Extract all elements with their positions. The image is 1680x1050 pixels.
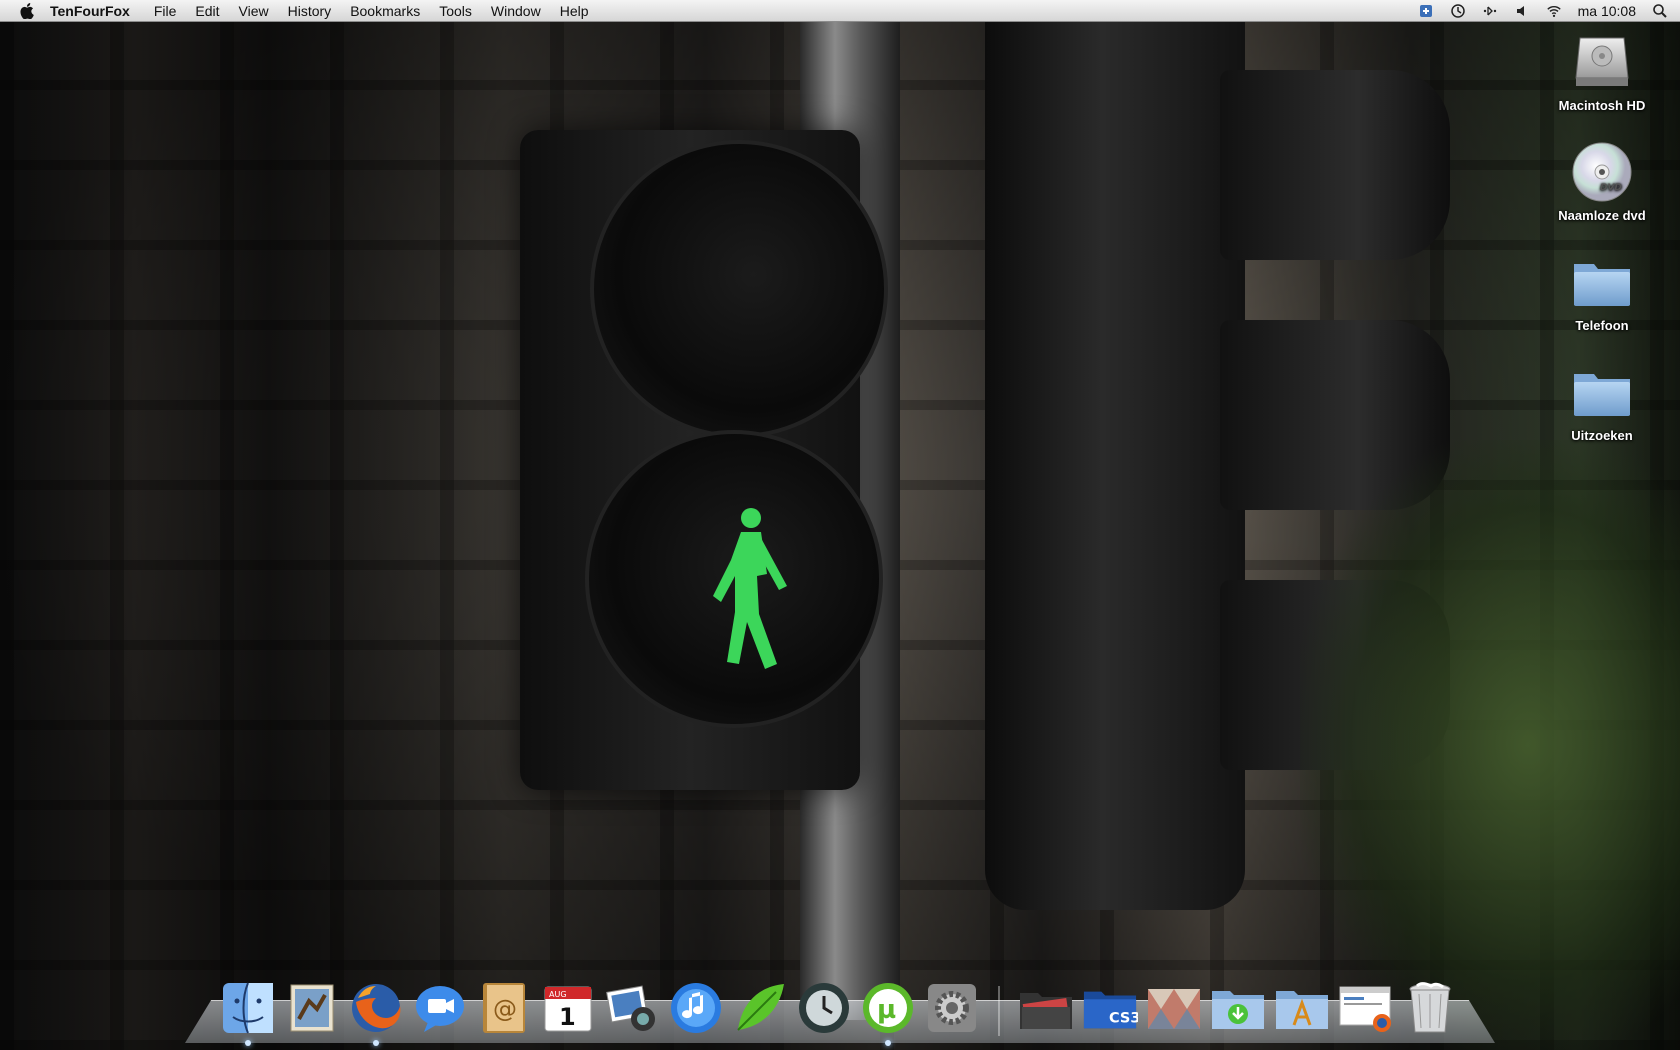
system-preferences-icon	[928, 984, 976, 1032]
walking-man-icon	[713, 508, 787, 669]
spotlight-search-icon[interactable]	[1652, 3, 1668, 19]
dock-iphoto[interactable]	[604, 980, 660, 1036]
ichat-icon	[416, 986, 464, 1032]
desktop-icon-label: Telefoon	[1575, 318, 1629, 333]
firefox-icon	[352, 984, 401, 1032]
menu-file[interactable]: File	[154, 3, 177, 19]
menu-clock[interactable]: ma 10:08	[1578, 3, 1636, 19]
wallpaper-pedestrian-light	[520, 130, 888, 790]
desktop-icon-macintosh-hd[interactable]: Macintosh HD	[1542, 30, 1662, 113]
cs3-label: CS3	[1109, 1010, 1138, 1026]
menu-edit[interactable]: Edit	[195, 3, 219, 19]
dock-applications-folder[interactable]	[1274, 980, 1330, 1036]
dock-pictures-stack[interactable]	[1146, 980, 1202, 1036]
app-menu[interactable]: TenFourFox	[50, 3, 130, 19]
wallpaper-hood	[1220, 70, 1450, 260]
ical-icon: AUG 1	[544, 986, 592, 1032]
menu-history[interactable]: History	[288, 3, 332, 19]
dock-trash[interactable]	[1402, 980, 1458, 1036]
bluetooth-icon[interactable]	[1482, 3, 1498, 19]
wallpaper-traffic-light-right	[985, 20, 1245, 910]
svg-text:@: @	[493, 995, 517, 1023]
address-book-icon: @	[483, 983, 525, 1033]
documents-stack-icon	[1020, 993, 1072, 1029]
dock-firefox-window[interactable]	[1338, 980, 1394, 1036]
desktop-icon-dvd[interactable]: DVD Naamloze dvd	[1542, 140, 1662, 223]
wifi-icon[interactable]	[1546, 3, 1562, 19]
mail-icon	[290, 984, 334, 1032]
running-indicator	[245, 1040, 251, 1046]
trash-icon	[1409, 982, 1451, 1033]
wallpaper-lamp	[590, 140, 888, 438]
apple-menu-icon[interactable]	[18, 2, 36, 20]
menu-window[interactable]: Window	[491, 3, 541, 19]
hard-drive-icon	[1575, 37, 1629, 86]
finder-icon	[223, 982, 273, 1034]
dock-system-preferences[interactable]	[924, 980, 980, 1036]
dock-mail[interactable]	[284, 980, 340, 1036]
running-indicator	[373, 1040, 379, 1046]
dock-leaf-app[interactable]	[732, 980, 788, 1036]
wallpaper-foliage	[1300, 440, 1680, 1050]
ical-day: 1	[559, 1003, 576, 1031]
volume-icon[interactable]	[1514, 3, 1530, 19]
folder-icon	[1574, 374, 1630, 416]
menu-help[interactable]: Help	[560, 3, 589, 19]
running-indicator	[885, 1040, 891, 1046]
time-machine-menu-icon[interactable]	[1450, 3, 1466, 19]
dock: @ AUG 1 µ CS3	[220, 968, 1458, 1046]
desktop-icon-label: Macintosh HD	[1558, 98, 1646, 113]
ical-month: AUG	[549, 990, 567, 999]
applications-folder-icon	[1276, 991, 1328, 1029]
iphoto-icon	[606, 985, 655, 1031]
dock-separator	[998, 986, 1000, 1036]
desktop-icon-label: Naamloze dvd	[1558, 208, 1646, 223]
dvd-icon: DVD	[1572, 142, 1632, 202]
dock-utorrent[interactable]: µ	[860, 980, 916, 1046]
menu-view[interactable]: View	[239, 3, 269, 19]
desktop-icon-label: Uitzoeken	[1571, 428, 1633, 443]
folder-icon	[1574, 264, 1630, 306]
menu-bookmarks[interactable]: Bookmarks	[350, 3, 420, 19]
pictures-stack-icon	[1148, 989, 1200, 1029]
wallpaper-lamp	[585, 430, 883, 728]
desktop-icon-uitzoeken[interactable]: Uitzoeken	[1542, 360, 1662, 443]
menu-extras: ma 10:08	[1418, 0, 1668, 21]
menu-bar: TenFourFox File Edit View History Bookma…	[0, 0, 1680, 22]
dock-itunes[interactable]	[668, 980, 724, 1036]
downloads-folder-icon	[1212, 991, 1264, 1029]
dock-address-book[interactable]: @	[476, 980, 532, 1036]
firefox-window-icon	[1339, 986, 1391, 1032]
dock-finder[interactable]	[220, 980, 276, 1046]
dock-documents-stack[interactable]	[1018, 980, 1074, 1036]
time-machine-icon	[799, 983, 849, 1033]
svg-text:DVD: DVD	[1600, 183, 1622, 193]
svg-text:µ: µ	[877, 995, 896, 1025]
dock-ical[interactable]: AUG 1	[540, 980, 596, 1036]
utorrent-icon: µ	[863, 983, 913, 1033]
dock-ichat[interactable]	[412, 980, 468, 1036]
dock-time-machine[interactable]	[796, 980, 852, 1036]
desktop-icon-telefoon[interactable]: Telefoon	[1542, 250, 1662, 333]
cs3-folder-icon: CS3	[1083, 991, 1138, 1029]
sync-status-icon[interactable]	[1418, 3, 1434, 19]
dock-firefox[interactable]	[348, 980, 404, 1046]
dock-cs3-folder[interactable]: CS3	[1082, 980, 1138, 1036]
menu-tools[interactable]: Tools	[439, 3, 472, 19]
dock-downloads-folder[interactable]	[1210, 980, 1266, 1036]
leaf-app-icon	[737, 984, 784, 1031]
itunes-icon	[671, 983, 721, 1033]
